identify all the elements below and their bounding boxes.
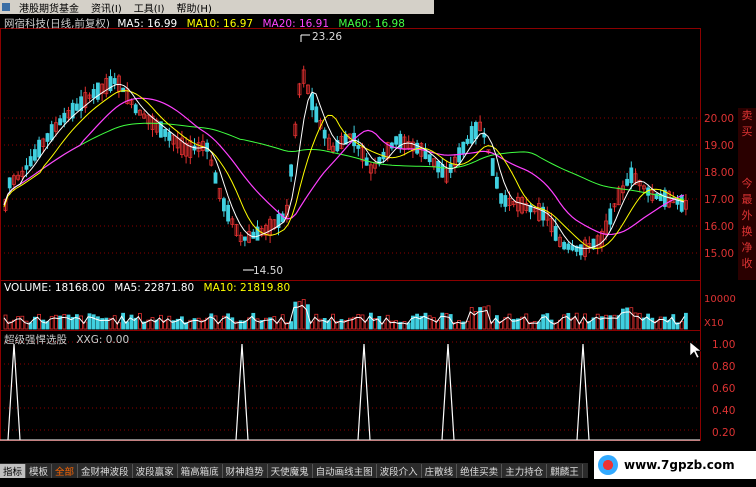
tab-juejia-maimai[interactable]: 绝佳买卖	[457, 463, 503, 478]
volume-tick: 10000	[704, 294, 736, 305]
candles	[3, 65, 688, 261]
indicator-tab-bar: 指标 模板 全部 金财神波段 波段赢家 箱高箱底 财神趋势 天使魔鬼 自动画线主…	[0, 463, 588, 478]
indicator-spikes	[7, 343, 590, 441]
high-annotation: 23.26	[300, 31, 342, 43]
price-tick: 18.00	[704, 167, 734, 179]
ma20-line	[3, 97, 685, 236]
volume-tick: X10	[704, 318, 724, 329]
low-annotation: 14.50	[243, 265, 283, 277]
tab-xianggao-xiangdi[interactable]: 箱高箱底	[178, 463, 223, 478]
tab-tianshi-mogui[interactable]: 天使魔鬼	[268, 463, 313, 478]
price-axis: 20.00 19.00 18.00 17.00 16.00 15.00	[704, 113, 734, 260]
watermark-logo-icon	[598, 455, 618, 475]
price-panel-frame	[0, 28, 701, 281]
ma60-value: MA60: 16.98	[338, 18, 405, 30]
panel-frames	[0, 28, 701, 441]
tab-template[interactable]: 模板	[26, 463, 53, 478]
grid-lines	[0, 117, 700, 431]
side-label-outer: 外	[741, 209, 753, 222]
side-label-turnover: 换	[741, 225, 753, 238]
volume-header: VOLUME: 18168.00 MA5: 22871.80 MA10: 218…	[4, 282, 290, 294]
tab-boduan-yingjia[interactable]: 波段赢家	[133, 463, 178, 478]
ma20-value: MA20: 16.91	[262, 18, 330, 30]
side-label-buy: 买	[741, 125, 753, 138]
indicator-header: 超级强悍选股 XXG: 0.00	[4, 332, 129, 347]
watermark: www.7gpzb.com	[594, 451, 756, 479]
indicator-tick: 0.40	[712, 405, 735, 417]
price-tick: 19.00	[704, 140, 734, 152]
high-label: 23.26	[312, 31, 342, 43]
tab-boduan-jieru[interactable]: 波段介入	[377, 463, 422, 478]
side-label-net: 净	[741, 241, 753, 254]
ma10-line	[3, 90, 685, 250]
quote-side-panel: 卖 买 今 最 外 换 净 收	[738, 108, 756, 280]
tab-jincaishen[interactable]: 金财神波段	[78, 463, 133, 478]
indicator-value: XXG: 0.00	[76, 334, 130, 346]
side-label-today: 今	[741, 177, 753, 190]
watermark-text: www.7gpzb.com	[624, 458, 735, 472]
tab-qilin-wang[interactable]: 麒麟王	[547, 463, 583, 478]
tab-auto-drawline[interactable]: 自动画线主图	[313, 463, 377, 478]
price-header: 网宿科技(日线,前复权) MA5: 16.99 MA10: 16.97 MA20…	[4, 16, 405, 31]
side-label-close: 收	[741, 257, 753, 270]
price-tick: 20.00	[704, 113, 734, 125]
stock-chart[interactable]: 23.26 14.50 20.00 19.00 18.00 17.00 16.0…	[0, 0, 756, 487]
low-label: 14.50	[253, 265, 283, 277]
indicator-name: 超级强悍选股	[4, 334, 67, 346]
indicator-tick: 0.80	[712, 361, 735, 373]
price-tick: 16.00	[704, 221, 734, 233]
indicator-tick: 1.00	[712, 339, 735, 351]
indicator-tick: 0.20	[712, 427, 735, 439]
price-tick: 17.00	[704, 194, 734, 206]
side-label-latest: 最	[741, 193, 753, 206]
tab-indicator[interactable]: 指标	[0, 463, 27, 478]
ma5-value: MA5: 16.99	[117, 18, 178, 30]
tab-all[interactable]: 全部	[52, 463, 79, 478]
tab-caishen-qushi[interactable]: 财神趋势	[223, 463, 268, 478]
side-label-sell: 卖	[741, 109, 753, 122]
stock-title: 网宿科技(日线,前复权)	[4, 18, 111, 30]
indicator-axis: 1.00 0.80 0.60 0.40 0.20	[712, 339, 735, 439]
price-tick: 15.00	[704, 248, 734, 260]
volume-ma5: MA5: 22871.80	[114, 282, 195, 294]
volume-ma10: MA10: 21819.80	[203, 282, 291, 294]
indicator-panel-frame	[0, 330, 701, 441]
tab-zhuli-chicang[interactable]: 主力持仓	[502, 463, 548, 478]
ma10-value: MA10: 16.97	[186, 18, 254, 30]
volume-bars	[3, 299, 688, 330]
volume-value: VOLUME: 18168.00	[4, 282, 105, 294]
volume-axis: 10000 X10	[704, 294, 736, 329]
indicator-tick: 0.60	[712, 383, 735, 395]
mouse-cursor-icon	[689, 341, 702, 359]
tab-zhuangsan-xian[interactable]: 庄散线	[422, 463, 458, 478]
